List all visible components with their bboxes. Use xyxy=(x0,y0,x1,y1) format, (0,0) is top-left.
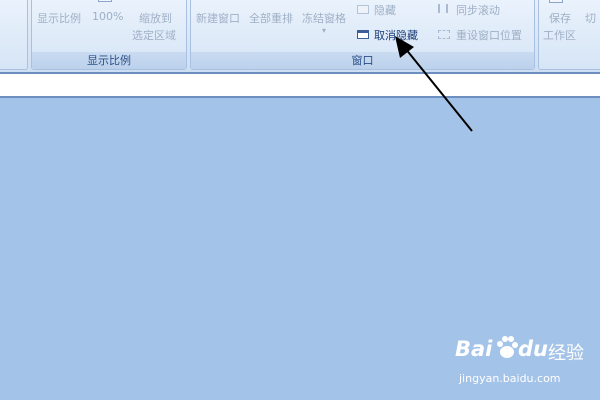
paw-icon xyxy=(495,335,519,361)
watermark-url: jingyan.baidu.com xyxy=(459,372,561,385)
watermark-brand-right: du xyxy=(518,337,548,361)
baidu-jingyan-watermark: Bai du 经验 jingyan.baidu.com xyxy=(455,335,595,395)
watermark-suffix: 经验 xyxy=(548,343,584,364)
watermark-brand-left: Bai xyxy=(455,337,493,361)
